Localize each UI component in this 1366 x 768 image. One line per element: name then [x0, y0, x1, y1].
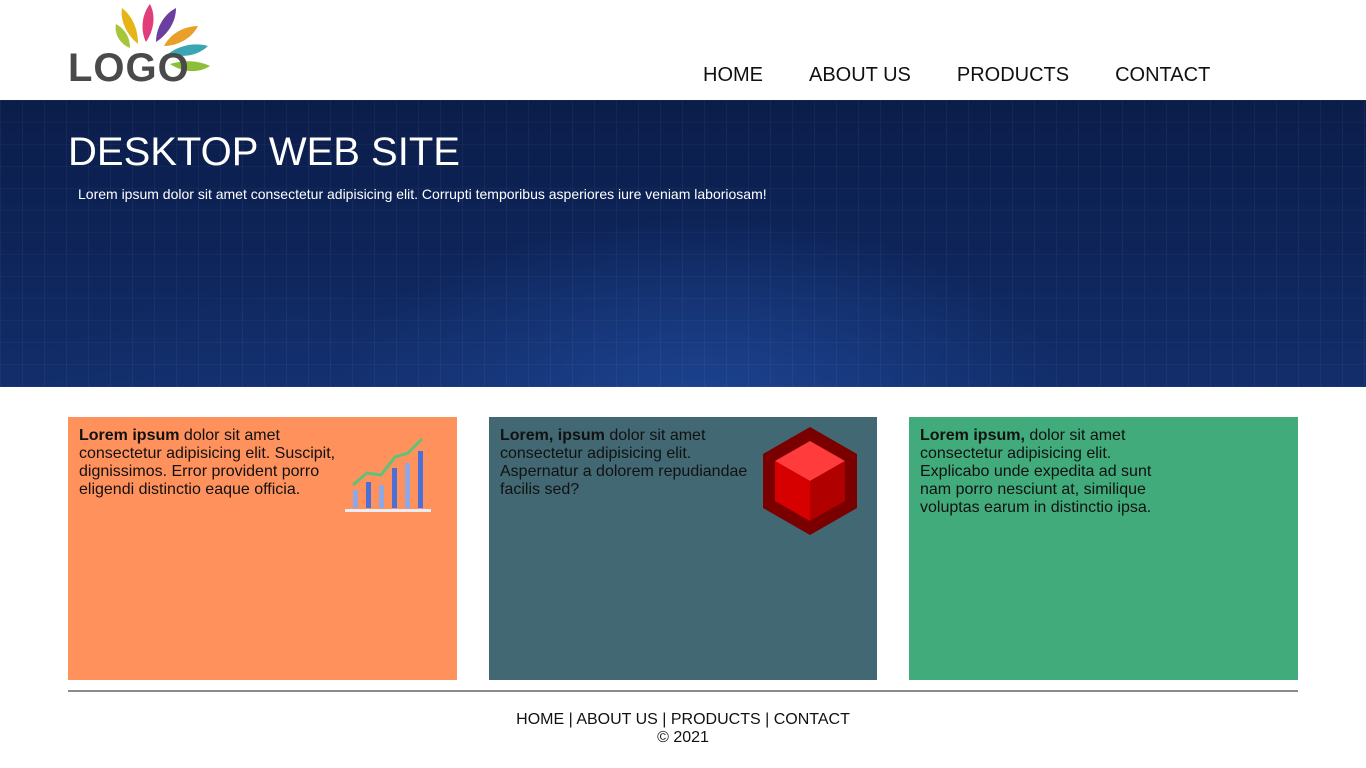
nav-about-us[interactable]: ABOUT US	[809, 62, 911, 88]
feature-card-2: Lorem, ipsum dolor sit amet consectetur …	[489, 417, 877, 680]
footer-nav-home[interactable]: HOME	[516, 711, 564, 728]
card-bold-lead: Lorem, ipsum	[500, 427, 605, 444]
main-nav: HOME ABOUT US PRODUCTS CONTACT	[703, 62, 1210, 88]
card-bold-lead: Lorem ipsum	[79, 427, 180, 444]
logo-text: LOGO	[68, 46, 190, 90]
card-text: Lorem ipsum dolor sit amet consectetur a…	[79, 427, 339, 499]
nav-home[interactable]: HOME	[703, 62, 763, 88]
card-text: Lorem, ipsum dolor sit amet consectetur …	[500, 427, 752, 499]
footer-divider	[68, 690, 1298, 692]
copyright: © 2021	[657, 729, 709, 746]
feature-card-1: Lorem ipsum dolor sit amet consectetur a…	[68, 417, 457, 680]
card-bold-lead: Lorem ipsum,	[920, 427, 1025, 444]
nav-contact[interactable]: CONTACT	[1115, 62, 1210, 88]
footer-nav: HOME | ABOUT US | PRODUCTS | CONTACT	[0, 711, 1366, 729]
footer-nav-products[interactable]: PRODUCTS	[671, 711, 761, 728]
feature-card-3: Lorem ipsum, dolor sit amet consectetur …	[909, 417, 1298, 680]
footer-nav-about-us[interactable]: ABOUT US	[576, 711, 658, 728]
red-cube-icon	[763, 427, 857, 535]
logo[interactable]: LOGO	[66, 4, 230, 88]
hero-banner: DESKTOP WEB SITE Lorem ipsum dolor sit a…	[0, 100, 1366, 387]
footer-nav-contact[interactable]: CONTACT	[774, 711, 850, 728]
nav-products[interactable]: PRODUCTS	[957, 62, 1069, 88]
bar-chart-icon	[345, 437, 431, 512]
hero-title: DESKTOP WEB SITE	[68, 130, 460, 174]
footer-separator: |	[760, 711, 774, 728]
footer-separator: |	[657, 711, 671, 728]
site-header: LOGO HOME ABOUT US PRODUCTS CONTACT	[0, 0, 1366, 100]
hero-subtitle: Lorem ipsum dolor sit amet consectetur a…	[78, 186, 767, 202]
card-text: Lorem ipsum, dolor sit amet consectetur …	[920, 427, 1160, 517]
footer-separator: |	[564, 711, 577, 728]
